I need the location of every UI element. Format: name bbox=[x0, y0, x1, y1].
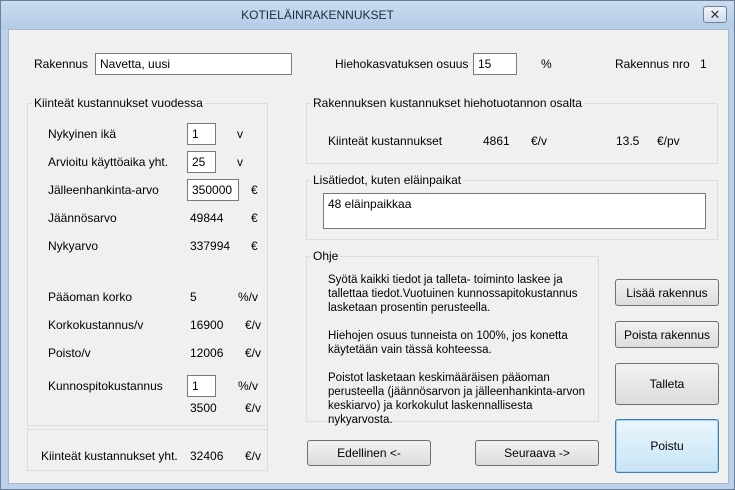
current-age-label: Nykyinen ikä bbox=[48, 127, 117, 141]
interest-rate-label: Pääoman korko bbox=[48, 290, 133, 304]
heifer-yearly-unit: €/v bbox=[531, 134, 548, 148]
close-button[interactable]: ✕ bbox=[703, 6, 727, 23]
next-button[interactable]: Seuraava -> bbox=[475, 440, 599, 466]
extra-info-title: Lisätiedot, kuten eläinpaikat bbox=[311, 173, 464, 187]
heifer-daily-unit: €/pv bbox=[657, 134, 680, 148]
heifer-share-input[interactable]: 15 bbox=[473, 53, 517, 75]
window-title: KOTIELÄINRAKENNUKSET bbox=[241, 8, 394, 22]
lifetime-input[interactable]: 25 bbox=[187, 151, 216, 173]
present-value-label: Nykyarvo bbox=[48, 239, 99, 253]
depreciation-unit: €/v bbox=[245, 346, 262, 360]
replacement-value-unit: € bbox=[251, 183, 258, 197]
maintenance-percent-unit: %/v bbox=[238, 379, 259, 393]
maintenance-percent-input[interactable]: 1 bbox=[187, 375, 216, 397]
interest-rate-unit: %/v bbox=[238, 290, 259, 304]
replacement-value-input[interactable]: 350000 bbox=[187, 179, 239, 201]
maintenance-cost-unit: €/v bbox=[245, 401, 262, 415]
current-age-unit: v bbox=[237, 127, 243, 141]
total-group bbox=[27, 425, 268, 471]
present-value-unit: € bbox=[251, 239, 258, 253]
total-label: Kiinteät kustannukset yht. bbox=[41, 449, 178, 463]
depreciation-label: Poisto/v bbox=[48, 346, 91, 360]
save-button[interactable]: Talleta bbox=[615, 363, 719, 405]
heifer-yearly-value: 4861 bbox=[483, 134, 510, 148]
heifer-costs-title: Rakennuksen kustannukset hiehotuotannon … bbox=[311, 96, 584, 110]
help-title: Ohje bbox=[311, 249, 341, 263]
residual-value-unit: € bbox=[251, 211, 258, 225]
title-bar: KOTIELÄINRAKENNUKSET ✕ bbox=[1, 1, 734, 29]
interest-cost-value: 16900 bbox=[190, 318, 224, 332]
total-unit: €/v bbox=[245, 449, 262, 463]
app-window: KOTIELÄINRAKENNUKSET ✕ Rakennus Navetta,… bbox=[0, 0, 735, 490]
current-age-input[interactable]: 1 bbox=[187, 123, 216, 145]
add-building-button[interactable]: Lisää rakennus bbox=[615, 279, 719, 306]
remove-building-button[interactable]: Poista rakennus bbox=[615, 321, 719, 348]
lifetime-unit: v bbox=[237, 155, 243, 169]
building-no-label: Rakennus nro bbox=[615, 57, 690, 71]
present-value: 337994 bbox=[190, 239, 231, 253]
previous-button[interactable]: Edellinen <- bbox=[307, 440, 431, 466]
interest-cost-label: Korkokustannus/v bbox=[48, 318, 144, 332]
help-paragraph-3: Poistot lasketaan keskimääräisen pääoman… bbox=[328, 372, 585, 426]
total-value: 32406 bbox=[190, 449, 224, 463]
help-text: Syötä kaikki tiedot ja talleta- toiminto… bbox=[328, 273, 590, 427]
help-paragraph-2: Hiehojen osuus tunneista on 100%, jos ko… bbox=[328, 330, 568, 356]
form-body: Rakennus Navetta, uusi Hiehokasvatuksen … bbox=[8, 29, 729, 484]
building-label: Rakennus bbox=[34, 57, 89, 71]
heifer-fixed-costs-label: Kiinteät kustannukset bbox=[328, 134, 443, 148]
lifetime-label: Arvioitu käyttöaika yht. bbox=[48, 155, 169, 169]
residual-value-label: Jäännösarvo bbox=[48, 211, 117, 225]
residual-value: 49844 bbox=[190, 211, 224, 225]
interest-rate-value: 5 bbox=[190, 290, 197, 304]
fixed-costs-title: Kiinteät kustannukset vuodessa bbox=[32, 96, 205, 110]
heifer-daily-value: 13.5 bbox=[616, 134, 640, 148]
maintenance-label: Kunnospitokustannus bbox=[48, 379, 163, 393]
help-paragraph-1: Syötä kaikki tiedot ja talleta- toiminto… bbox=[328, 274, 578, 314]
maintenance-cost-value: 3500 bbox=[190, 401, 217, 415]
interest-cost-unit: €/v bbox=[245, 318, 262, 332]
heifer-share-unit: % bbox=[541, 57, 552, 71]
close-icon: ✕ bbox=[709, 6, 721, 22]
building-no-value: 1 bbox=[700, 57, 707, 71]
heifer-share-label: Hiehokasvatuksen osuus bbox=[335, 57, 469, 71]
exit-button[interactable]: Poistu bbox=[615, 419, 719, 473]
extra-info-input[interactable]: 48 eläinpaikkaa bbox=[323, 193, 706, 229]
replacement-value-label: Jälleenhankinta-arvo bbox=[48, 183, 159, 197]
building-name-input[interactable]: Navetta, uusi bbox=[95, 53, 292, 75]
depreciation-value: 12006 bbox=[190, 346, 224, 360]
